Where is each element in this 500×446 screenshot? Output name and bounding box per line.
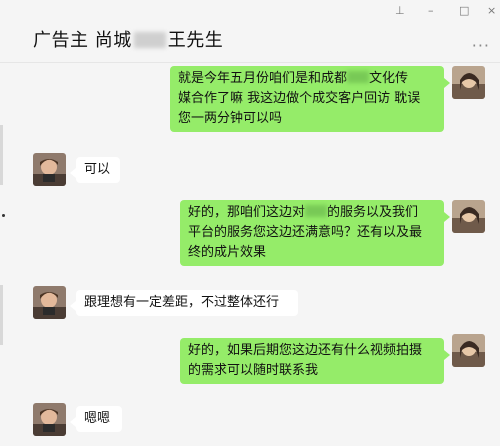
message-line: 您一两分钟可以吗	[178, 111, 283, 126]
redacted-text	[347, 71, 370, 83]
my-avatar[interactable]	[452, 200, 485, 233]
message-line: 好的，如果后期您这边还有什么视频拍摄	[188, 343, 423, 358]
message-line: 平台的服务您这边还满意吗？还有以及最	[188, 225, 423, 240]
message-bubble-outgoing[interactable]: 就是今年五月份咱们是和成都 文化传 媒合作了嘛 我这边做个成交客户回访 耽误 您一…	[170, 66, 450, 132]
message-bubble-incoming[interactable]: 嗯嗯	[70, 406, 122, 432]
pin-icon[interactable]: ⊥	[395, 4, 405, 17]
message-bubble-incoming[interactable]: 可以	[70, 157, 120, 183]
message-bubble-incoming[interactable]: 跟理想有一定差距，不过整体还行	[70, 290, 298, 316]
contact-avatar[interactable]	[33, 403, 66, 436]
contact-avatar[interactable]	[33, 286, 66, 319]
message-bubble-outgoing[interactable]: 好的，如果后期您这边还有什么视频拍摄 的需求可以随时联系我	[180, 338, 450, 384]
close-icon[interactable]: ×	[487, 4, 496, 17]
message-line: 好的，那咱们这边对 的服务以及我们	[188, 205, 419, 220]
message-line: 的需求可以随时联系我	[188, 363, 319, 378]
side-dot	[2, 214, 5, 217]
my-avatar[interactable]	[452, 334, 485, 367]
redacted-text	[305, 205, 328, 217]
message-line: 跟理想有一定差距，不过整体还行	[84, 295, 280, 310]
message-line: 媒合作了嘛 我这边做个成交客户回访 耽误	[178, 91, 421, 106]
chat-header: 广告主 尚城 王先生 ⊥ – □ × ···	[0, 0, 500, 63]
chat-title-suffix: 王先生	[167, 30, 224, 51]
message-line: 可以	[84, 162, 111, 177]
chat-title: 广告主 尚城 王先生	[33, 26, 223, 52]
side-scroll-indicator	[0, 125, 3, 185]
side-scroll-indicator	[0, 285, 3, 345]
more-icon[interactable]: ···	[472, 36, 490, 55]
minimize-icon[interactable]: –	[428, 4, 434, 17]
my-avatar[interactable]	[452, 66, 485, 99]
message-line: 嗯嗯	[84, 411, 111, 426]
redacted-name	[133, 32, 166, 48]
message-line: 就是今年五月份咱们是和成都 文化传	[178, 71, 409, 86]
maximize-icon[interactable]: □	[459, 4, 469, 17]
contact-avatar[interactable]	[33, 153, 66, 186]
message-line: 终的成片效果	[188, 245, 267, 260]
message-bubble-outgoing[interactable]: 好的，那咱们这边对 的服务以及我们 平台的服务您这边还满意吗？还有以及最 终的成片…	[180, 200, 450, 266]
chat-title-prefix: 广告主 尚城	[33, 30, 132, 51]
